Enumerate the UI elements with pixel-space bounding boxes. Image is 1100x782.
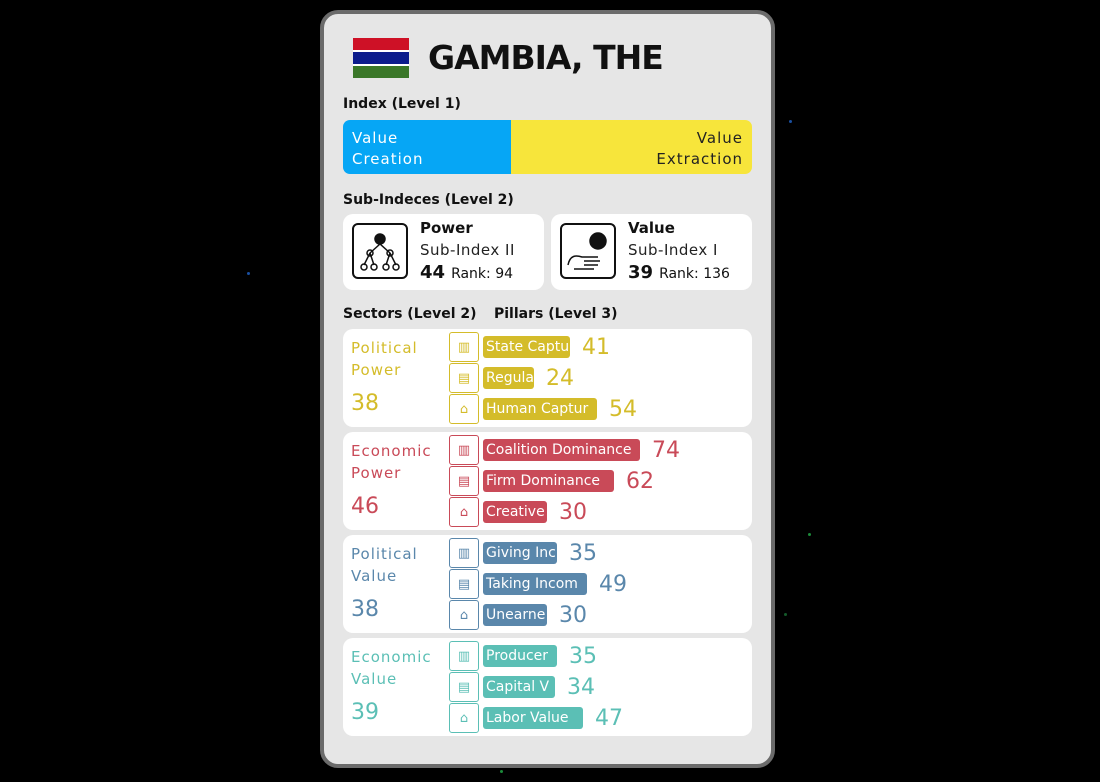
subindex-name: Value xyxy=(628,219,675,237)
pillar-value: 34 xyxy=(567,674,595,700)
pillar-value: 24 xyxy=(546,365,574,391)
flag-icon xyxy=(353,38,409,78)
sector-score: 46 xyxy=(351,494,379,519)
pillar-row[interactable]: ⌂ Labor Value 47 xyxy=(449,703,623,733)
pillar-icon: ▤ xyxy=(449,363,479,393)
sector-score: 38 xyxy=(351,391,379,416)
network-hierarchy-icon xyxy=(352,223,408,279)
subindex-name: Power xyxy=(420,219,473,237)
sector-card[interactable]: Political Value 38 ▥ Giving Inc 35 ▤ Taking Inc… xyxy=(343,535,752,633)
pillar-row[interactable]: ▤ Taking Incom 49 xyxy=(449,569,627,599)
pillar-row[interactable]: ▥ Giving Inc 35 xyxy=(449,538,597,568)
index-heading: Index (Level 1) xyxy=(343,96,461,112)
pillar-value: 62 xyxy=(626,468,654,494)
pillar-value: 30 xyxy=(559,602,587,628)
sector-name: Economic Value xyxy=(351,646,432,690)
pillar-value: 41 xyxy=(582,334,610,360)
pillar-value: 54 xyxy=(609,396,637,422)
pillar-row[interactable]: ▥ State Captu 41 xyxy=(449,332,610,362)
value-creation-segment: Value Creation xyxy=(343,120,511,174)
subindex-score: 44 xyxy=(420,262,446,283)
pillar-icon: ⌂ xyxy=(449,394,479,424)
value-extraction-segment: Value Extraction xyxy=(511,120,752,174)
pillar-icon: ▥ xyxy=(449,332,479,362)
pillar-row[interactable]: ⌂ Human Captur 54 xyxy=(449,394,637,424)
pillar-bar: State Captu xyxy=(483,336,570,358)
subindices-heading: Sub-Indeces (Level 2) xyxy=(343,192,514,208)
pillar-icon: ▥ xyxy=(449,435,479,465)
sector-name-line2: Power xyxy=(351,464,402,482)
pillar-row[interactable]: ▤ Capital V 34 xyxy=(449,672,595,702)
pillar-row[interactable]: ▥ Coalition Dominance 74 xyxy=(449,435,680,465)
pillar-icon: ⌂ xyxy=(449,497,479,527)
sector-score: 39 xyxy=(351,700,379,725)
sector-score: 38 xyxy=(351,597,379,622)
subindex-score: 39 xyxy=(628,262,654,283)
pillar-value: 49 xyxy=(599,571,627,597)
pillar-row[interactable]: ⌂ Unearne 30 xyxy=(449,600,587,630)
sector-name-line1: Political xyxy=(351,339,418,357)
index-bar: Value Creation Value Extraction xyxy=(343,120,752,174)
country-card: GAMBIA, THE Index (Level 1) Value Creatio… xyxy=(320,10,775,768)
pillar-bar: Capital V xyxy=(483,676,555,698)
sector-name: Political Value xyxy=(351,543,418,587)
pillar-icon: ▥ xyxy=(449,538,479,568)
subindex-score-row: 39 Rank: 136 xyxy=(628,262,730,283)
subindex-power[interactable]: Power Sub-Index II 44 Rank: 94 xyxy=(343,214,544,290)
pillar-bar: Creative xyxy=(483,501,547,523)
extraction-label-2: Extraction xyxy=(656,150,743,168)
pillar-bar: Coalition Dominance xyxy=(483,439,640,461)
pillar-value: 35 xyxy=(569,540,597,566)
sector-name-line1: Economic xyxy=(351,648,432,666)
subindex-label: Sub-Index II xyxy=(420,241,515,259)
sector-name-line1: Political xyxy=(351,545,418,563)
subindex-score-row: 44 Rank: 94 xyxy=(420,262,513,283)
country-title: GAMBIA, THE xyxy=(428,38,664,77)
pillar-row[interactable]: ▤ Regula 24 xyxy=(449,363,574,393)
subindex-value[interactable]: Value Sub-Index I 39 Rank: 136 xyxy=(551,214,752,290)
pillar-icon: ▥ xyxy=(449,641,479,671)
pillar-bar: Labor Value xyxy=(483,707,583,729)
sector-name-line2: Value xyxy=(351,670,398,688)
pillars-heading: Pillars (Level 3) xyxy=(494,306,618,322)
sectors-heading: Sectors (Level 2) xyxy=(343,306,477,322)
pillar-bar: Giving Inc xyxy=(483,542,557,564)
sector-card[interactable]: Economic Power 46 ▥ Coalition Dominance 74 ▤ Fi… xyxy=(343,432,752,530)
pillar-icon: ▤ xyxy=(449,672,479,702)
creation-label-2: Creation xyxy=(352,150,424,168)
subindex-rank: Rank: 136 xyxy=(659,266,730,282)
subindex-rank: Rank: 94 xyxy=(451,266,514,282)
pillar-bar: Firm Dominance xyxy=(483,470,614,492)
sector-name-line1: Economic xyxy=(351,442,432,460)
pillar-icon: ▤ xyxy=(449,466,479,496)
pillar-value: 35 xyxy=(569,643,597,669)
pillar-value: 30 xyxy=(559,499,587,525)
sector-card[interactable]: Economic Value 39 ▥ Producer 35 ▤ Capital V 34 ⌂ L… xyxy=(343,638,752,736)
hand-circle-icon xyxy=(560,223,616,279)
pillar-icon: ▤ xyxy=(449,569,479,599)
pillar-bar: Taking Incom xyxy=(483,573,587,595)
pillar-icon: ⌂ xyxy=(449,703,479,733)
sector-name: Political Power xyxy=(351,337,418,381)
sector-name-line2: Power xyxy=(351,361,402,379)
sector-name-line2: Value xyxy=(351,567,398,585)
pillar-icon: ⌂ xyxy=(449,600,479,630)
pillar-value: 74 xyxy=(652,437,680,463)
pillar-bar: Regula xyxy=(483,367,534,389)
pillar-row[interactable]: ▤ Firm Dominance 62 xyxy=(449,466,654,496)
sector-card[interactable]: Political Power 38 ▥ State Captu 41 ▤ Regula 24 ⌂… xyxy=(343,329,752,427)
pillar-bar: Producer xyxy=(483,645,557,667)
pillar-bar: Human Captur xyxy=(483,398,597,420)
pillar-row[interactable]: ⌂ Creative 30 xyxy=(449,497,587,527)
creation-label: Value xyxy=(352,129,399,147)
extraction-label: Value xyxy=(696,129,743,147)
pillar-value: 47 xyxy=(595,705,623,731)
sector-name: Economic Power xyxy=(351,440,432,484)
pillar-bar: Unearne xyxy=(483,604,547,626)
pillar-row[interactable]: ▥ Producer 35 xyxy=(449,641,597,671)
subindex-label: Sub-Index I xyxy=(628,241,718,259)
